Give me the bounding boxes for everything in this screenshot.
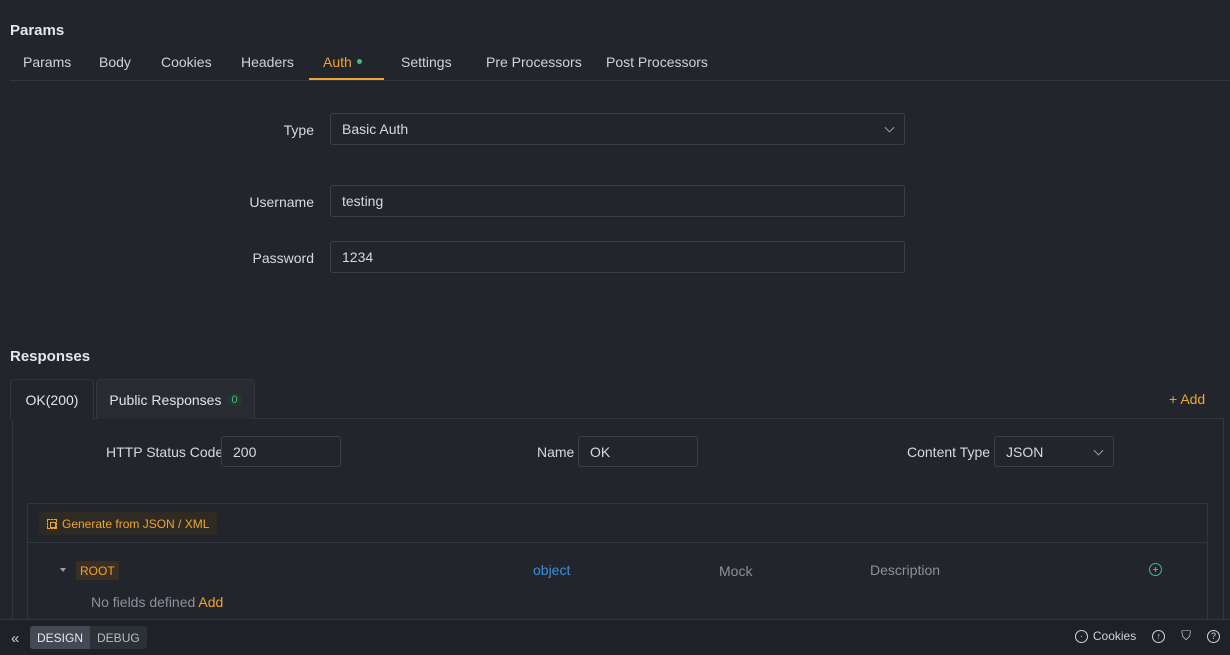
description-field[interactable]: Description [870,562,940,578]
username-value: testing [342,193,383,209]
help-icon[interactable]: ? [1207,630,1220,643]
tab-cookies[interactable]: Cookies [161,54,212,70]
empty-fields-row: No fields defined Add [91,594,223,610]
add-response-label: Add [1180,391,1205,407]
add-circle-icon[interactable] [1149,563,1162,576]
cookies-label: Cookies [1093,629,1136,643]
active-tab-indicator [309,78,384,80]
auth-type-select[interactable]: Basic Auth [330,113,905,145]
response-name-input[interactable]: OK [578,436,698,467]
scan-icon [47,519,57,529]
request-tabs: Params Body Cookies Headers Auth Setting… [10,50,1230,81]
tab-auth[interactable]: Auth [323,54,362,70]
tab-response-ok[interactable]: OK(200) [10,379,94,419]
tab-params[interactable]: Params [23,54,71,70]
empty-fields-text: No fields defined [91,594,195,610]
public-responses-label: Public Responses [109,392,221,408]
add-field-link[interactable]: Add [198,594,223,610]
password-field[interactable]: 1234 [330,241,905,273]
password-label: Password [194,250,314,266]
cookie-icon: · [1075,630,1088,643]
status-code-input[interactable]: 200 [221,436,341,467]
tab-pre-processors[interactable]: Pre Processors [486,54,582,70]
tab-body[interactable]: Body [99,54,131,70]
add-response-button[interactable]: + Add [1169,391,1205,407]
bottom-bar [0,619,1230,655]
status-code-label: HTTP Status Code [106,444,223,460]
mode-design[interactable]: DESIGN [30,626,90,649]
content-type-value: JSON [1006,444,1043,460]
password-value: 1234 [342,249,373,265]
tab-post-processors[interactable]: Post Processors [606,54,708,70]
upload-icon[interactable]: ↑ [1152,630,1165,643]
generate-label: Generate from JSON / XML [62,517,209,531]
caret-down-icon[interactable] [60,568,66,572]
root-type[interactable]: object [533,562,570,578]
content-type-select[interactable]: JSON [994,436,1114,467]
public-responses-count: 0 [227,394,241,406]
mode-debug[interactable]: DEBUG [90,626,147,649]
root-node[interactable]: ROOT [76,561,119,580]
type-label: Type [194,122,314,138]
plus-icon: + [1169,391,1177,407]
tab-auth-label: Auth [323,54,352,70]
status-dot-icon [357,59,362,64]
username-label: Username [194,194,314,210]
shirt-icon[interactable]: ⛉ [1181,628,1191,644]
tab-public-responses[interactable]: Public Responses 0 [96,379,255,419]
mode-switch: DESIGN DEBUG [30,626,147,649]
mock-field[interactable]: Mock [719,563,752,579]
chevron-down-icon [1094,445,1104,455]
tab-headers[interactable]: Headers [241,54,294,70]
response-name-label: Name [537,444,574,460]
chevron-down-icon [885,123,895,133]
username-field[interactable]: testing [330,185,905,217]
status-code-value: 200 [233,444,256,460]
bottom-right-tools: · Cookies ↑ ⛉ ? [1075,628,1220,644]
response-name-value: OK [590,444,610,460]
responses-section-title: Responses [10,348,90,365]
divider [28,542,1207,543]
tab-settings[interactable]: Settings [401,54,452,70]
params-section-title: Params [10,22,64,39]
collapse-icon[interactable]: « [11,630,19,647]
cookies-button[interactable]: · Cookies [1075,629,1136,643]
generate-from-json-button[interactable]: Generate from JSON / XML [39,512,217,535]
auth-type-value: Basic Auth [342,121,408,137]
content-type-label: Content Type [907,444,990,460]
